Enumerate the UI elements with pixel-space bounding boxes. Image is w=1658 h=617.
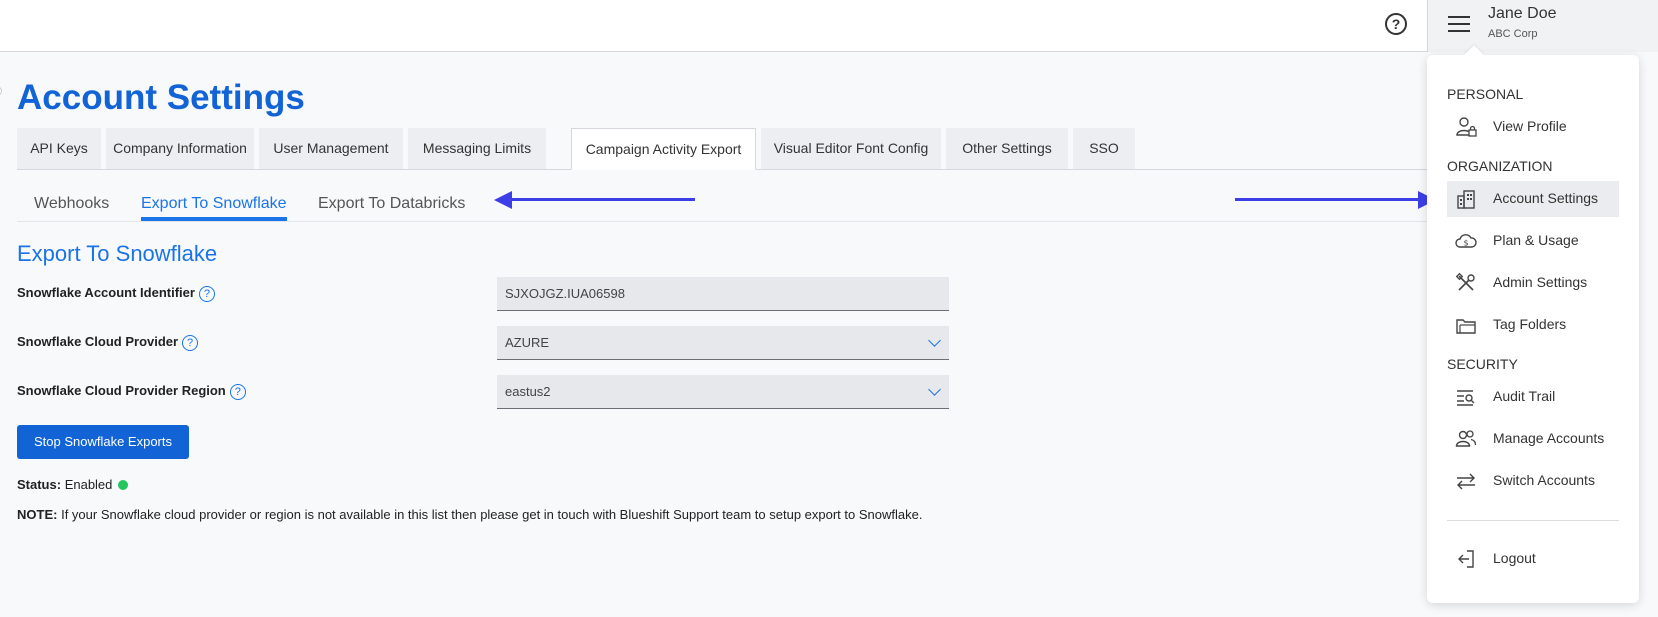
help-circle-icon[interactable]: ? (229, 383, 246, 400)
folders-icon (1456, 319, 1476, 334)
building-icon (1457, 190, 1475, 209)
menu-item-logout[interactable]: Logout (1447, 541, 1619, 577)
subtab-export-to-snowflake[interactable]: Export To Snowflake (141, 195, 287, 213)
help-circle-icon[interactable]: ? (182, 334, 199, 351)
chevron-down-icon (928, 334, 941, 347)
list-search-icon (1457, 390, 1475, 406)
menu-section-security: SECURITY (1447, 356, 1518, 372)
field-label-cloud-provider: Snowflake Cloud Provider? (17, 334, 199, 351)
menu-item-switch-accounts[interactable]: Switch Accounts (1447, 463, 1619, 499)
menu-item-label: Logout (1493, 550, 1536, 566)
tools-icon (1455, 272, 1475, 291)
account-identifier-input[interactable]: SJXOJGZ.IUA06598 (497, 277, 949, 311)
active-tab-underline (141, 217, 287, 221)
menu-section-personal: PERSONAL (1447, 86, 1524, 102)
tab-user-management[interactable]: User Management (259, 128, 403, 169)
field-label-cloud-provider-region: Snowflake Cloud Provider Region? (17, 383, 246, 400)
menu-item-plan-usage[interactable]: $ Plan & Usage (1447, 223, 1619, 259)
logout-icon (1458, 550, 1474, 568)
menu-item-label: Audit Trail (1493, 388, 1556, 404)
users-icon (1455, 430, 1477, 447)
field-label-account-identifier: Snowflake Account Identifier? (17, 285, 215, 302)
cloud-provider-select[interactable]: AZURE (497, 326, 949, 360)
sub-tabs: Webhooks Export To Snowflake Export To D… (17, 185, 1437, 222)
tab-api-keys[interactable]: API Keys (17, 128, 101, 169)
cloud-provider-region-select[interactable]: eastus2 (497, 375, 949, 409)
note-label: NOTE: (17, 507, 58, 522)
user-lock-icon (1456, 117, 1477, 137)
status-value: Enabled (64, 477, 113, 492)
menu-item-manage-accounts[interactable]: Manage Accounts (1447, 421, 1619, 457)
help-circle-icon[interactable]: ? (198, 285, 215, 302)
top-bar: ? Jane Doe ABC Corp (0, 0, 1658, 52)
menu-item-label: Plan & Usage (1493, 232, 1579, 248)
menu-item-tag-folders[interactable]: Tag Folders (1447, 307, 1619, 343)
note-text: If your Snowflake cloud provider or regi… (61, 507, 923, 522)
menu-divider (1447, 520, 1619, 521)
section-title: Export To Snowflake (17, 241, 218, 266)
field-label-text: Snowflake Cloud Provider Region (17, 383, 226, 398)
menu-item-label: Account Settings (1493, 190, 1599, 206)
collapse-handle[interactable] (0, 86, 2, 96)
menu-item-label: View Profile (1493, 118, 1567, 134)
annotation-arrow-left (510, 198, 695, 201)
subtab-export-to-databricks[interactable]: Export To Databricks (318, 195, 465, 213)
menu-item-label: Tag Folders (1493, 316, 1567, 332)
field-label-text: Snowflake Account Identifier (17, 285, 195, 300)
menu-section-organization: ORGANIZATION (1447, 158, 1553, 174)
status-dot-icon (118, 480, 129, 490)
user-dropdown-menu: PERSONAL View Profile ORGANIZATION Accou… (1427, 45, 1639, 603)
user-menu-toggle[interactable]: Jane Doe ABC Corp (1427, 0, 1658, 52)
menu-item-audit-trail[interactable]: Audit Trail (1447, 379, 1619, 415)
note-line: NOTE: If your Snowflake cloud provider o… (17, 507, 922, 522)
main-tabs: API Keys Company Information User Manage… (17, 128, 1437, 170)
status-line: Status: Enabled (17, 477, 129, 492)
tab-company-information[interactable]: Company Information (106, 128, 254, 169)
chevron-down-icon (928, 383, 941, 396)
tab-visual-editor-font-config[interactable]: Visual Editor Font Config (761, 128, 941, 169)
menu-item-label: Admin Settings (1493, 274, 1588, 290)
tab-messaging-limits[interactable]: Messaging Limits (408, 128, 546, 169)
menu-item-view-profile[interactable]: View Profile (1447, 109, 1619, 145)
status-label: Status: (17, 477, 62, 492)
annotation-arrow-right (1235, 198, 1435, 201)
svg-text:$: $ (1463, 239, 1468, 248)
cloud-provider-value: AZURE (505, 335, 550, 350)
field-label-text: Snowflake Cloud Provider (17, 334, 179, 349)
tab-sso[interactable]: SSO (1073, 128, 1135, 169)
menu-item-account-settings[interactable]: Account Settings (1447, 181, 1619, 217)
cloud-dollar-icon: $ (1455, 234, 1477, 248)
stop-snowflake-exports-button[interactable]: Stop Snowflake Exports (17, 425, 189, 459)
hamburger-icon[interactable] (1448, 16, 1470, 34)
tab-campaign-activity-export[interactable]: Campaign Activity Export (571, 128, 756, 170)
subtab-webhooks[interactable]: Webhooks (34, 195, 109, 213)
user-company: ABC Corp (1488, 28, 1538, 40)
menu-item-label: Manage Accounts (1493, 430, 1605, 446)
region-value: eastus2 (505, 384, 551, 399)
page-title: Account Settings (17, 78, 305, 117)
swap-arrows-icon (1457, 473, 1475, 490)
help-icon[interactable]: ? (1385, 13, 1407, 35)
user-name: Jane Doe (1488, 5, 1557, 22)
menu-item-admin-settings[interactable]: Admin Settings (1447, 265, 1619, 301)
menu-item-label: Switch Accounts (1493, 472, 1595, 488)
tab-other-settings[interactable]: Other Settings (946, 128, 1068, 169)
